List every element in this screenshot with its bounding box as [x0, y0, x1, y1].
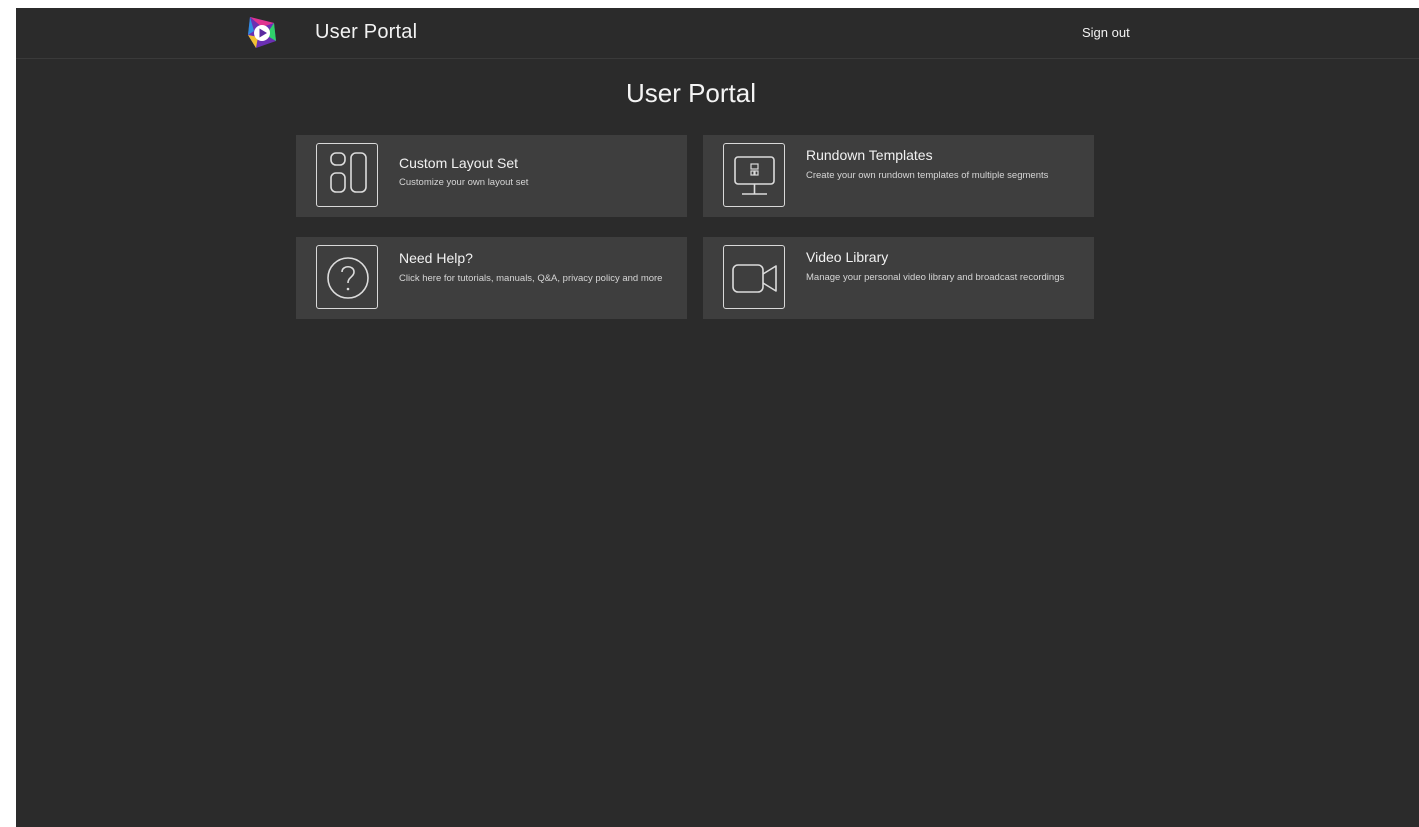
card-description: Click here for tutorials, manuals, Q&A, … [399, 273, 663, 284]
layout-icon [316, 143, 378, 207]
card-description: Manage your personal video library and b… [806, 272, 1065, 283]
rundown-templates-card[interactable]: Rundown Templates Create your own rundow… [703, 135, 1094, 217]
app-title[interactable]: User Portal [315, 21, 417, 44]
card-description: Create your own rundown templates of mul… [806, 170, 1049, 181]
card-title: Rundown Templates [806, 147, 933, 163]
monitor-icon [723, 143, 785, 207]
custom-layout-set-card[interactable]: Custom Layout Set Customize your own lay… [296, 135, 687, 217]
app-window: User Portal Sign out User Portal Custom … [16, 8, 1419, 827]
top-navigation-bar: User Portal Sign out [16, 8, 1419, 59]
video-camera-icon [723, 245, 785, 309]
page-title: User Portal [625, 78, 757, 108]
card-title: Video Library [806, 249, 889, 265]
need-help-card[interactable]: Need Help? Click here for tutorials, man… [296, 237, 687, 319]
video-library-card[interactable]: Video Library Manage your personal video… [703, 237, 1094, 319]
help-icon [316, 245, 378, 309]
sign-out-link[interactable]: Sign out [1082, 25, 1130, 40]
card-title: Custom Layout Set [399, 155, 519, 171]
play-logo-icon[interactable] [244, 13, 280, 51]
card-title: Need Help? [399, 250, 473, 266]
card-description: Customize your own layout set [399, 177, 529, 188]
